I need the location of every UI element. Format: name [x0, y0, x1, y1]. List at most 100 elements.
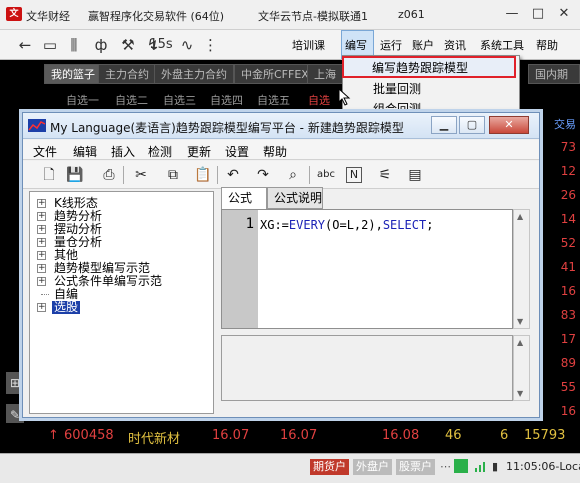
note-icon[interactable]: N — [346, 167, 362, 183]
back-icon[interactable]: ← — [15, 36, 35, 54]
expand-icon[interactable]: + — [37, 212, 46, 221]
value-cell: 52 — [560, 236, 576, 250]
menu-system-tools[interactable]: 系统工具 — [480, 37, 524, 53]
menu-account[interactable]: 账户 — [412, 37, 434, 53]
kline-icon[interactable]: ▭ — [40, 36, 60, 54]
dialog-menu-file[interactable]: 文件 — [33, 143, 57, 160]
maximize-button[interactable]: □ — [526, 5, 550, 23]
dialog-menu-settings[interactable]: 设置 — [225, 143, 249, 160]
undo-icon[interactable]: ↶ — [223, 165, 243, 185]
subtab-watch-1[interactable]: 自选一 — [66, 92, 99, 110]
change-cell: 46 — [445, 428, 462, 443]
signal-icon — [474, 459, 488, 473]
dialog-titlebar[interactable]: My Language(麦语言)趋势跟踪模型编写平台 - 新建趋势跟踪模型 ▁ … — [23, 113, 539, 139]
tab-cffex[interactable]: 中金所CFFEX — [234, 64, 316, 84]
quote-right-column: 交易 73 12 26 14 52 41 16 83 17 89 55 16 — [540, 112, 576, 422]
more-icon[interactable]: ⋮ — [203, 36, 218, 54]
tab-shanghai[interactable]: 上海 — [307, 64, 343, 84]
expand-icon[interactable]: + — [37, 199, 46, 208]
print-icon[interactable]: ⎙ — [99, 165, 119, 185]
scroll-up-icon[interactable]: ▲ — [517, 338, 523, 347]
cut-icon[interactable]: ✂ — [131, 165, 151, 185]
tab-my-basket[interactable]: 我的篮子 — [44, 64, 102, 84]
menu-item-batch-backtest[interactable]: 批量回测 — [343, 79, 519, 99]
more-icon[interactable]: ⋯ — [440, 460, 451, 473]
dialog-menubar: 文件 编辑 插入 检测 更新 设置 帮助 — [23, 140, 539, 160]
expand-icon[interactable]: + — [37, 251, 46, 260]
redo-icon[interactable]: ↷ — [253, 165, 273, 185]
clock-icon: ▮ — [492, 460, 499, 473]
dialog-menu-insert[interactable]: 插入 — [111, 143, 135, 160]
wenhua-logo-icon: 文 — [6, 7, 22, 21]
table-row[interactable]: ↑ 600458 时代新材 16.07 16.07 16.08 46 6 157… — [0, 423, 580, 449]
candle-icon[interactable]: ф — [91, 36, 111, 54]
spell-check-icon[interactable]: abc — [316, 165, 336, 185]
tab-domestic[interactable]: 国内期 — [528, 64, 580, 84]
scroll-down-icon[interactable]: ▼ — [517, 389, 523, 398]
dialog-menu-update[interactable]: 更新 — [187, 143, 211, 160]
doc-icon[interactable]: ▤ — [405, 165, 425, 185]
wave-icon[interactable]: ∿ — [177, 36, 197, 54]
tab-main-contracts[interactable]: 主力合约 — [98, 64, 156, 84]
app-server-title: 文华云节点-模拟联通1 — [258, 10, 368, 23]
code-args: (O=L,2), — [325, 218, 383, 232]
menu-training[interactable]: 培训课 — [292, 37, 325, 53]
subtab-watch-4[interactable]: 自选四 — [210, 92, 243, 110]
output-scrollbar[interactable]: ▲ ▼ — [513, 335, 530, 401]
dialog-maximize-button[interactable]: ▢ — [459, 116, 485, 134]
dialog-menu-help[interactable]: 帮助 — [263, 143, 287, 160]
expand-icon[interactable]: + — [37, 225, 46, 234]
code-editor[interactable]: 1 XG:=EVERY(O=L,2),SELECT; — [221, 209, 513, 329]
copy-icon[interactable]: ⧉ — [163, 165, 183, 185]
expand-icon[interactable]: + — [37, 264, 46, 273]
status-bar: 期货户 外盘户 股票户 ⋯ ▮ 11:05:06-Local — [0, 453, 580, 483]
find-icon[interactable]: ⌕ — [283, 165, 303, 185]
tab-foreign-main[interactable]: 外盘主力合约 — [154, 64, 234, 84]
subtab-watch-6[interactable]: 自选 — [308, 92, 330, 110]
subtab-watch-2[interactable]: 自选二 — [115, 92, 148, 110]
subtab-watch-5[interactable]: 自选五 — [257, 92, 290, 110]
tab-formula-description[interactable]: 公式说明 — [267, 187, 323, 209]
code-suffix: ; — [426, 218, 434, 232]
dialog-menu-edit[interactable]: 编辑 — [73, 143, 97, 160]
foreign-account-button[interactable]: 外盘户 — [353, 459, 392, 475]
code-line[interactable]: XG:=EVERY(O=L,2),SELECT; — [260, 218, 433, 232]
futures-account-button[interactable]: 期货户 — [310, 459, 349, 475]
scroll-down-icon[interactable]: ▼ — [517, 317, 523, 326]
chart-icon[interactable]: ⚟ — [375, 165, 395, 185]
price-cell: 16.08 — [382, 428, 420, 443]
minimize-button[interactable]: — — [500, 5, 524, 23]
output-panel[interactable] — [221, 335, 513, 401]
menu-run[interactable]: 运行 — [380, 37, 402, 53]
period-15s-button[interactable]: 15s — [148, 36, 174, 54]
dialog-minimize-button[interactable]: ▁ — [431, 116, 457, 134]
connection-icon — [454, 459, 468, 473]
dialog-menu-check[interactable]: 检测 — [148, 143, 172, 160]
close-button[interactable]: ✕ — [552, 5, 576, 23]
price-cell: 16.07 — [212, 428, 250, 443]
expand-icon[interactable]: + — [37, 238, 46, 247]
status-time: 11:05:06-Local — [506, 460, 580, 473]
expand-icon[interactable]: + — [37, 277, 46, 286]
value-cell: 26 — [560, 188, 576, 202]
paste-icon[interactable]: 📋 — [193, 165, 213, 185]
value-cell: 16 — [560, 284, 576, 298]
menu-help[interactable]: 帮助 — [536, 37, 558, 53]
mylanguage-editor-dialog: My Language(麦语言)趋势跟踪模型编写平台 - 新建趋势跟踪模型 ▁ … — [22, 112, 540, 418]
tab-formula[interactable]: 公式 — [221, 187, 267, 210]
bar-chart-icon[interactable]: ⫼ — [64, 36, 84, 54]
stock-code: 600458 — [64, 428, 114, 443]
scroll-up-icon[interactable]: ▲ — [517, 212, 523, 221]
dialog-close-button[interactable]: ✕ — [489, 116, 529, 134]
menu-edit[interactable]: 编写 — [345, 37, 367, 53]
editor-scrollbar[interactable]: ▲ ▼ — [513, 209, 530, 329]
subtab-watch-3[interactable]: 自选三 — [163, 92, 196, 110]
save-icon[interactable]: 💾 — [65, 165, 85, 185]
new-icon[interactable]: 🗋 — [39, 165, 59, 185]
menu-news[interactable]: 资讯 — [444, 37, 466, 53]
stock-account-button[interactable]: 股票户 — [396, 459, 435, 475]
menu-item-write-trend-model-label[interactable]: 编写趋势跟踪模型 — [372, 59, 468, 76]
value-cell: 16 — [560, 404, 576, 418]
pattern-icon[interactable]: ⚒ — [118, 36, 138, 54]
expand-icon[interactable]: + — [37, 303, 46, 312]
